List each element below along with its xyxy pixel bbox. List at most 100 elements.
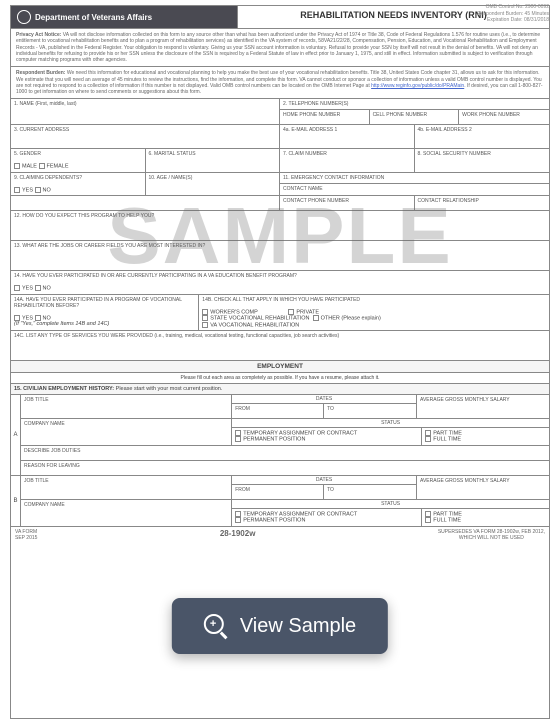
q14a-note: (If "Yes," complete Items 14B and 14C) <box>14 321 109 327</box>
omb-link[interactable]: http://www.reginfo.gov/public/do/PRAMain <box>371 83 464 89</box>
ft-a-label: FULL TIME <box>433 437 461 443</box>
cell-phone-label: CELL PHONE NUMBER <box>373 112 456 118</box>
gender-label: 5. GENDER <box>14 151 142 157</box>
view-sample-label: View Sample <box>240 615 356 638</box>
temp-a-label: TEMPORARY ASSIGNMENT OR CONTRACT <box>243 430 357 436</box>
priv-checkbox[interactable] <box>288 309 294 315</box>
other-checkbox[interactable] <box>313 315 319 321</box>
dep-yes-label: YES <box>22 187 33 193</box>
s15-label: 15. CIVILIAN EMPLOYMENT HISTORY: <box>14 386 114 392</box>
q14a-no-checkbox[interactable] <box>35 315 41 321</box>
resp-heading: Respondent Burden: <box>16 70 65 76</box>
q14-yes: YES <box>22 286 33 292</box>
supersedes-2: WHICH WILL NOT BE USED <box>459 535 524 541</box>
q13-label: 13. WHAT ARE THE JOBS OR CAREER FIELDS Y… <box>14 243 546 249</box>
q14-no-checkbox[interactable] <box>35 285 41 291</box>
male-checkbox[interactable] <box>14 163 20 169</box>
age-label: 10. AGE / NAME(S) <box>149 175 277 181</box>
expiration: Expiration Date: 08/31/2018 <box>477 17 549 24</box>
temp-b-checkbox[interactable] <box>235 511 241 517</box>
salary-b-label: AVERAGE GROSS MONTHLY SALARY <box>420 478 546 484</box>
jobtitle-a-label: JOB TITLE <box>24 397 228 403</box>
contact-phone-label: CONTACT PHONE NUMBER <box>283 198 411 204</box>
address-label: 3. CURRENT ADDRESS <box>14 127 276 133</box>
pt-a-checkbox[interactable] <box>425 430 431 436</box>
employment-sub: Please fill out each area as completely … <box>11 373 549 384</box>
q14-yes-checkbox[interactable] <box>14 285 20 291</box>
other-label: OTHER (Please explain) <box>321 316 381 322</box>
female-checkbox[interactable] <box>39 163 45 169</box>
q14-no: NO <box>43 286 51 292</box>
status-a-label: STATUS <box>233 420 548 426</box>
s15-sub: Please start with your most current posi… <box>114 386 222 392</box>
privacy-heading: Privacy Act Notice: <box>16 32 61 38</box>
ssn-label: 8. SOCIAL SECURITY NUMBER <box>418 151 547 157</box>
job-letter-a: A <box>11 395 21 475</box>
work-phone-label: WORK PHONE NUMBER <box>462 112 546 118</box>
svr-checkbox[interactable] <box>202 315 208 321</box>
temp-b-label: TEMPORARY ASSIGNMENT OR CONTRACT <box>243 511 357 517</box>
field-phone-label: 2. TELEPHONE NUMBER(S) <box>283 101 546 107</box>
q12-label: 12. HOW DO YOU EXPECT THIS PROGRAM TO HE… <box>14 213 546 219</box>
jobtitle-b-label: JOB TITLE <box>24 478 228 484</box>
svr-label: STATE VOCATIONAL REHABILITATION <box>210 316 309 322</box>
dep-no-checkbox[interactable] <box>35 187 41 193</box>
perm-b-checkbox[interactable] <box>235 517 241 523</box>
job-block-b: B JOB TITLE DATES FROM TO AVERAGE GROSS MO… <box>11 476 549 527</box>
vavr-label: VA VOCATIONAL REHABILITATION <box>210 322 299 328</box>
ft-a-checkbox[interactable] <box>425 436 431 442</box>
dependents-label: 9. CLAIMING DEPENDENTS? <box>14 175 142 181</box>
zoom-in-icon: + <box>204 614 228 638</box>
employment-header: EMPLOYMENT <box>11 361 549 373</box>
privacy-notice: Privacy Act Notice: VA will not disclose… <box>11 29 549 67</box>
dept-name: Department of Veterans Affairs <box>35 13 152 22</box>
desc-a-label: DESCRIBE JOB DUTIES <box>24 448 546 454</box>
from-a-label: FROM <box>235 406 320 412</box>
home-phone-label: HOME PHONE NUMBER <box>283 112 366 118</box>
male-label: MALE <box>22 164 37 170</box>
company-a-label: COMPANY NAME <box>24 421 228 427</box>
pt-b-label: PART TIME <box>433 511 462 517</box>
status-b-label: STATUS <box>233 501 548 507</box>
job-block-a: A JOB TITLE DATES FROM TO AVERAGE GROSS MO… <box>11 395 549 476</box>
respondent-notice: Respondent Burden: We need this informat… <box>11 67 549 99</box>
section-15: 15. CIVILIAN EMPLOYMENT HISTORY: Please … <box>11 384 549 395</box>
q14c-label: 14C. LIST ANY TYPE OF SERVICES YOU WERE … <box>14 333 546 339</box>
wc-checkbox[interactable] <box>202 309 208 315</box>
company-b-label: COMPANY NAME <box>24 502 228 508</box>
q14b-label: 14B. CHECK ALL THAT APPLY IN WHICH YOU H… <box>202 297 546 303</box>
contact-rel-label: CONTACT RELATIONSHIP <box>418 198 547 204</box>
dep-no-label: NO <box>43 187 51 193</box>
pt-a-label: PART TIME <box>433 430 462 436</box>
salary-a-label: AVERAGE GROSS MONTHLY SALARY <box>420 397 546 403</box>
to-b-label: TO <box>327 487 413 493</box>
q14a-yes-checkbox[interactable] <box>14 315 20 321</box>
to-a-label: TO <box>327 406 413 412</box>
ft-b-checkbox[interactable] <box>425 517 431 523</box>
dates-a-label: DATES <box>233 396 415 402</box>
va-logo-icon <box>17 10 31 24</box>
job-letter-b: B <box>11 476 21 526</box>
form-footer: VA FORMSEP 2015 28-1902w SUPERSEDES VA F… <box>11 527 549 543</box>
perm-a-checkbox[interactable] <box>235 436 241 442</box>
q14-label: 14. HAVE YOU EVER PARTICIPATED IN OR ARE… <box>14 273 546 279</box>
dates-b-label: DATES <box>233 477 415 483</box>
view-sample-button[interactable]: + View Sample <box>172 598 388 654</box>
omb-number: OMB Control No. 2900-0092 <box>477 4 549 11</box>
ft-b-label: FULL TIME <box>433 518 461 524</box>
vavr-checkbox[interactable] <box>202 322 208 328</box>
from-b-label: FROM <box>235 487 320 493</box>
department-header: Department of Veterans Affairs <box>11 6 237 28</box>
pt-b-checkbox[interactable] <box>425 511 431 517</box>
form-date: SEP 2015 <box>15 535 37 541</box>
header-meta: OMB Control No. 2900-0092 Respondent Bur… <box>477 4 549 24</box>
dep-yes-checkbox[interactable] <box>14 187 20 193</box>
female-label: FEMALE <box>47 164 69 170</box>
contact-name-label: CONTACT NAME <box>283 186 546 192</box>
email1-label: 4a. E-MAIL ADDRESS 1 <box>283 127 411 133</box>
temp-a-checkbox[interactable] <box>235 430 241 436</box>
email2-label: 4b. E-MAIL ADDRESS 2 <box>418 127 547 133</box>
field-name-label: 1. NAME (First, middle, last) <box>14 101 276 107</box>
perm-a-label: PERMANENT POSITION <box>243 437 305 443</box>
claim-label: 7. CLAIM NUMBER <box>283 151 411 157</box>
